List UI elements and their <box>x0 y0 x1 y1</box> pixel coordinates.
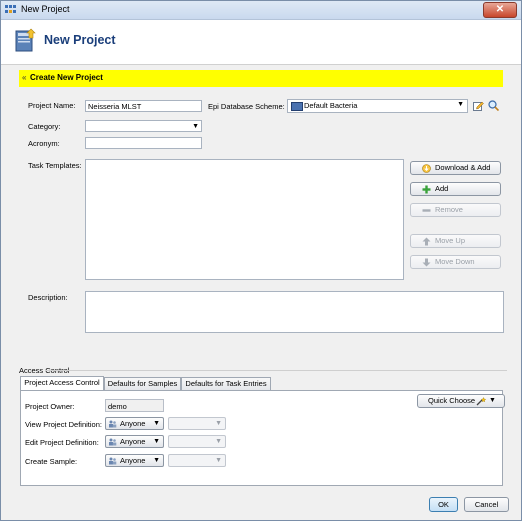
dialog-header: New Project <box>1 20 521 65</box>
view-project-definition-value: Anyone <box>120 419 146 428</box>
description-field[interactable] <box>85 291 504 333</box>
banner-title: Create New Project <box>30 73 103 82</box>
remove-label: Remove <box>435 205 463 214</box>
project-name-field[interactable]: Neisseria MLST <box>85 100 202 112</box>
chevron-down-icon: ▼ <box>215 438 222 445</box>
project-name-label: Project Name: <box>28 101 76 110</box>
create-sample-label: Create Sample: <box>25 457 78 466</box>
edit-project-definition-value: Anyone <box>120 437 146 446</box>
view-project-definition-label: View Project Definition: <box>25 420 102 429</box>
create-sample-scope-select[interactable]: ▼ <box>168 454 226 467</box>
task-templates-list[interactable] <box>85 159 404 280</box>
category-select[interactable]: ▼ <box>85 120 202 132</box>
move-down-button[interactable]: Move Down <box>410 255 501 269</box>
task-templates-label: Task Templates: <box>28 161 82 170</box>
app-icon <box>5 5 16 13</box>
view-project-definition-scope-select[interactable]: ▼ <box>168 417 226 430</box>
edit-project-definition-select[interactable]: Anyone ▼ <box>105 435 164 448</box>
chevron-down-icon: ▼ <box>215 420 222 427</box>
move-down-label: Move Down <box>435 257 475 266</box>
tab-defaults-for-samples[interactable]: Defaults for Samples <box>104 377 181 390</box>
project-owner-field: demo <box>105 399 164 412</box>
quick-choose-label: Quick Choose <box>428 396 476 405</box>
new-project-window: New Project ✕ New Project « Create New P… <box>0 0 522 521</box>
chevron-down-icon: ▼ <box>153 420 160 427</box>
collapse-chevron-icon[interactable]: « <box>22 73 26 82</box>
search-icon[interactable] <box>488 100 499 111</box>
create-sample-value: Anyone <box>120 456 146 465</box>
chevron-down-icon: ▼ <box>153 457 160 464</box>
minus-icon <box>422 209 431 212</box>
section-divider <box>45 370 507 371</box>
chevron-down-icon: ▼ <box>489 397 496 404</box>
edit-project-definition-scope-select[interactable]: ▼ <box>168 435 226 448</box>
remove-button[interactable]: Remove <box>410 203 501 217</box>
create-sample-select[interactable]: Anyone ▼ <box>105 454 164 467</box>
chevron-down-icon: ▼ <box>192 123 199 130</box>
epi-scheme-label: Epi Database Scheme: <box>208 102 285 111</box>
chevron-down-icon: ▼ <box>153 438 160 445</box>
window-title: New Project <box>21 4 70 14</box>
users-icon <box>109 457 117 465</box>
plus-icon <box>422 185 431 194</box>
project-icon <box>15 28 36 52</box>
tab-project-access-control[interactable]: Project Access Control <box>20 376 104 391</box>
close-icon: ✕ <box>495 4 505 15</box>
arrow-down-icon <box>422 258 431 267</box>
download-add-label: Download & Add <box>435 163 491 172</box>
acronym-field[interactable] <box>85 137 202 149</box>
arrow-up-icon <box>422 237 431 246</box>
download-add-button[interactable]: Download & Add <box>410 161 501 175</box>
cancel-button[interactable]: Cancel <box>464 497 509 512</box>
project-owner-label: Project Owner: <box>25 402 75 411</box>
magic-wand-icon <box>476 397 486 406</box>
page-title: New Project <box>44 33 116 47</box>
epi-scheme-select[interactable]: Default Bacteria ▼ <box>287 99 468 113</box>
description-label: Description: <box>28 293 68 302</box>
move-up-label: Move Up <box>435 236 466 245</box>
users-icon <box>109 420 117 428</box>
epi-scheme-value: Default Bacteria <box>304 101 358 110</box>
quick-choose-button[interactable]: Quick Choose ▼ <box>417 394 505 408</box>
project-name-value: Neisseria MLST <box>88 102 142 111</box>
create-project-banner[interactable]: « Create New Project <box>19 70 503 87</box>
acronym-label: Acronym: <box>28 139 60 148</box>
add-label: Add <box>435 184 449 193</box>
edit-project-definition-label: Edit Project Definition: <box>25 438 99 447</box>
add-button[interactable]: Add <box>410 182 501 196</box>
edit-scheme-icon[interactable] <box>473 100 484 111</box>
ok-button[interactable]: OK <box>429 497 458 512</box>
users-icon <box>109 438 117 446</box>
title-bar[interactable]: New Project ✕ <box>1 1 521 20</box>
tab-defaults-for-task-entries[interactable]: Defaults for Task Entries <box>181 377 271 390</box>
download-icon <box>422 164 431 173</box>
view-project-definition-select[interactable]: Anyone ▼ <box>105 417 164 430</box>
project-owner-value: demo <box>108 402 127 411</box>
chevron-down-icon: ▼ <box>457 101 464 108</box>
move-up-button[interactable]: Move Up <box>410 234 501 248</box>
scheme-icon <box>291 102 303 111</box>
category-label: Category: <box>28 122 61 131</box>
chevron-down-icon: ▼ <box>215 457 222 464</box>
close-button[interactable]: ✕ <box>483 2 517 18</box>
